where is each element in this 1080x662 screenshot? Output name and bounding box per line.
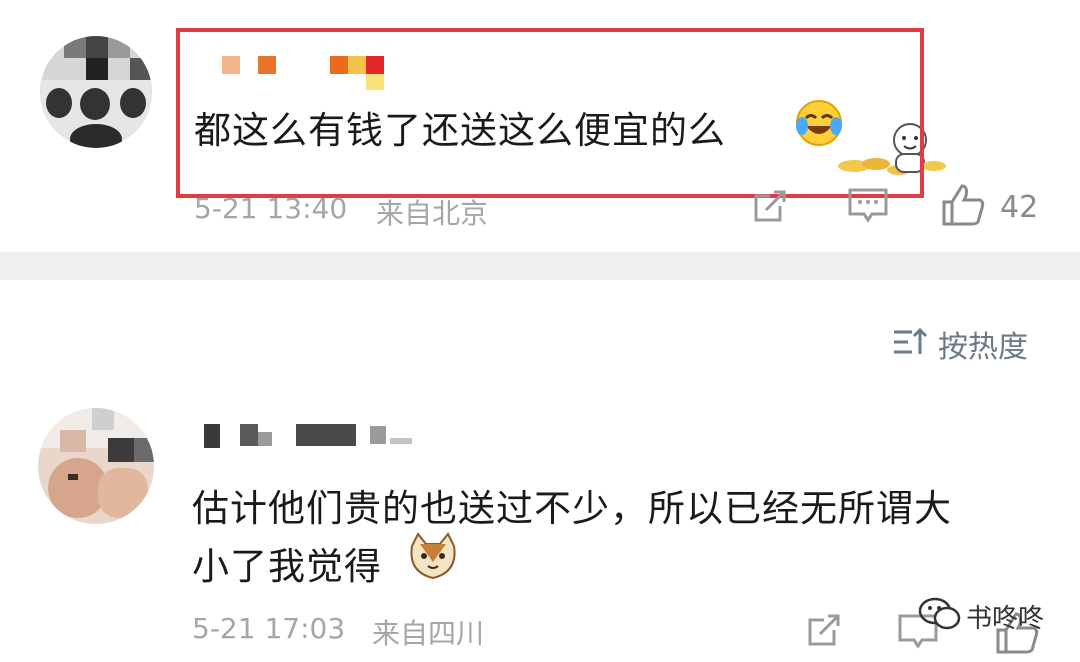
highlight-box [176,28,924,198]
wechat-logo-icon [918,596,962,632]
username-pixelated[interactable] [200,420,420,452]
sort-icon[interactable] [892,326,928,358]
comment-date: 5-21 13:40 [194,192,348,225]
avatar[interactable] [38,408,154,524]
avatar[interactable] [40,36,152,148]
comment-location: 来自四川 [372,617,485,650]
share-icon[interactable] [750,186,790,226]
watermark-text: 书咚咚 [966,604,1045,634]
comment-text-line2: 小了我觉得 [192,545,382,588]
comment-text-line1: 估计他们贵的也送过不少，所以已经无所谓大 [192,487,952,530]
share-icon[interactable] [804,610,844,650]
comment-location: 来自北京 [376,197,489,230]
sort-by-hot-button[interactable]: 按热度 [938,322,1028,366]
comment-icon[interactable] [846,186,890,226]
section-divider [0,252,1080,280]
cat-face-emoji-icon [406,532,460,582]
comment-date: 5-21 17:03 [192,612,346,645]
like-icon[interactable] [940,182,986,228]
like-count: 42 [1000,190,1039,225]
